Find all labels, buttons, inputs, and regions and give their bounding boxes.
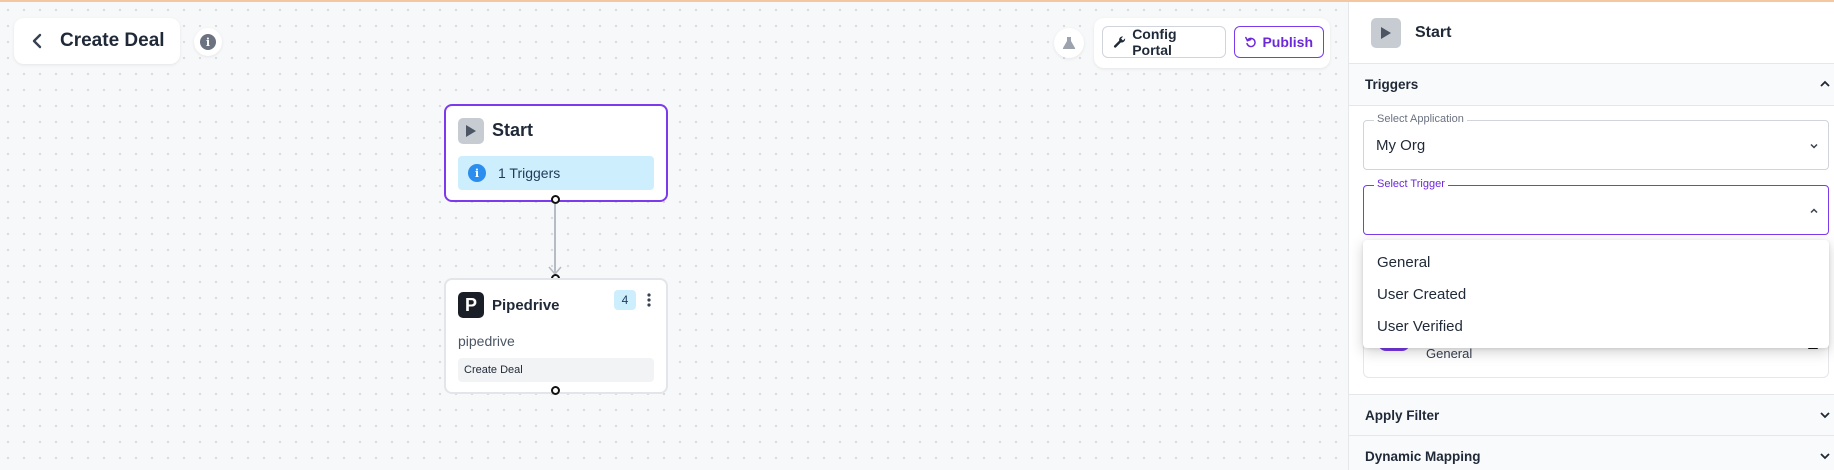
select-application-label: Select Application <box>1374 113 1467 125</box>
publish-button[interactable]: Publish <box>1234 26 1324 58</box>
start-node-output-handle[interactable] <box>551 195 560 204</box>
action-count-badge: 4 <box>614 290 636 310</box>
dynamic-mapping-section-title: Dynamic Mapping <box>1365 449 1481 464</box>
config-portal-button[interactable]: Config Portal <box>1102 26 1226 58</box>
play-icon <box>1371 17 1401 48</box>
pipedrive-node-output-handle[interactable] <box>551 386 560 395</box>
triggers-section-title: Triggers <box>1365 77 1419 92</box>
page-title: Create Deal <box>60 30 165 51</box>
chevron-left-icon <box>32 33 42 49</box>
trigger-option-user-verified[interactable]: User Verified <box>1363 310 1829 342</box>
trigger-option-general[interactable]: General <box>1363 246 1829 278</box>
start-node[interactable]: Start i 1 Triggers <box>444 104 668 202</box>
flow-edge <box>554 204 556 274</box>
select-trigger-field[interactable]: Select Trigger <box>1363 178 1829 235</box>
apply-filter-section-header[interactable]: Apply Filter <box>1349 394 1834 436</box>
flask-icon <box>1062 37 1076 49</box>
test-flow-button[interactable] <box>1054 28 1084 58</box>
play-icon <box>458 118 484 144</box>
back-button[interactable] <box>28 32 46 50</box>
start-node-title: Start <box>492 120 534 140</box>
config-portal-label: Config Portal <box>1132 26 1177 58</box>
more-vertical-icon[interactable] <box>644 290 654 310</box>
trigger-card-name: General <box>1426 346 1473 361</box>
wrench-icon <box>1113 36 1126 48</box>
chevron-up-icon <box>1820 80 1830 87</box>
info-icon: i <box>200 34 216 50</box>
publish-label: Publish <box>1262 34 1313 50</box>
apply-filter-section-title: Apply Filter <box>1365 407 1440 423</box>
flow-title-card: Create Deal <box>14 18 180 64</box>
pipedrive-node-subtitle: pipedrive <box>458 333 515 349</box>
pipedrive-node[interactable]: P Pipedrive 4 pipedrive Create Deal <box>444 278 668 394</box>
pipedrive-logo-icon: P <box>458 292 484 318</box>
select-application-field[interactable]: Select Application My Org <box>1363 113 1829 170</box>
triggers-badge[interactable]: i 1 Triggers <box>458 156 654 190</box>
undo-icon <box>1245 36 1256 48</box>
chevron-up-icon <box>1810 208 1818 214</box>
info-button[interactable]: i <box>194 28 222 56</box>
triggers-section-header[interactable]: Triggers <box>1349 64 1834 106</box>
info-icon: i <box>468 164 486 182</box>
chevron-down-icon <box>1820 453 1830 460</box>
chevron-down-icon <box>1810 143 1818 149</box>
properties-panel: Start Triggers Select Application My Org… <box>1348 2 1834 470</box>
trigger-option-user-created[interactable]: User Created <box>1363 278 1829 310</box>
panel-header: Start <box>1349 2 1834 64</box>
chevron-down-icon <box>1820 412 1830 419</box>
panel-title: Start <box>1415 23 1452 41</box>
select-trigger-label: Select Trigger <box>1374 178 1448 190</box>
flow-canvas[interactable]: Create Deal i Config Portal Publish Star <box>0 2 1348 470</box>
triggers-count-label: 1 Triggers <box>498 165 561 181</box>
pipedrive-node-title: Pipedrive <box>492 297 560 314</box>
trigger-options-dropdown: General User Created User Verified <box>1363 240 1829 348</box>
pipedrive-action-label: Create Deal <box>458 358 654 382</box>
select-application-value: My Org <box>1376 137 1426 154</box>
top-toolbar: Config Portal Publish <box>1094 18 1330 68</box>
dynamic-mapping-section-header[interactable]: Dynamic Mapping <box>1349 436 1834 470</box>
